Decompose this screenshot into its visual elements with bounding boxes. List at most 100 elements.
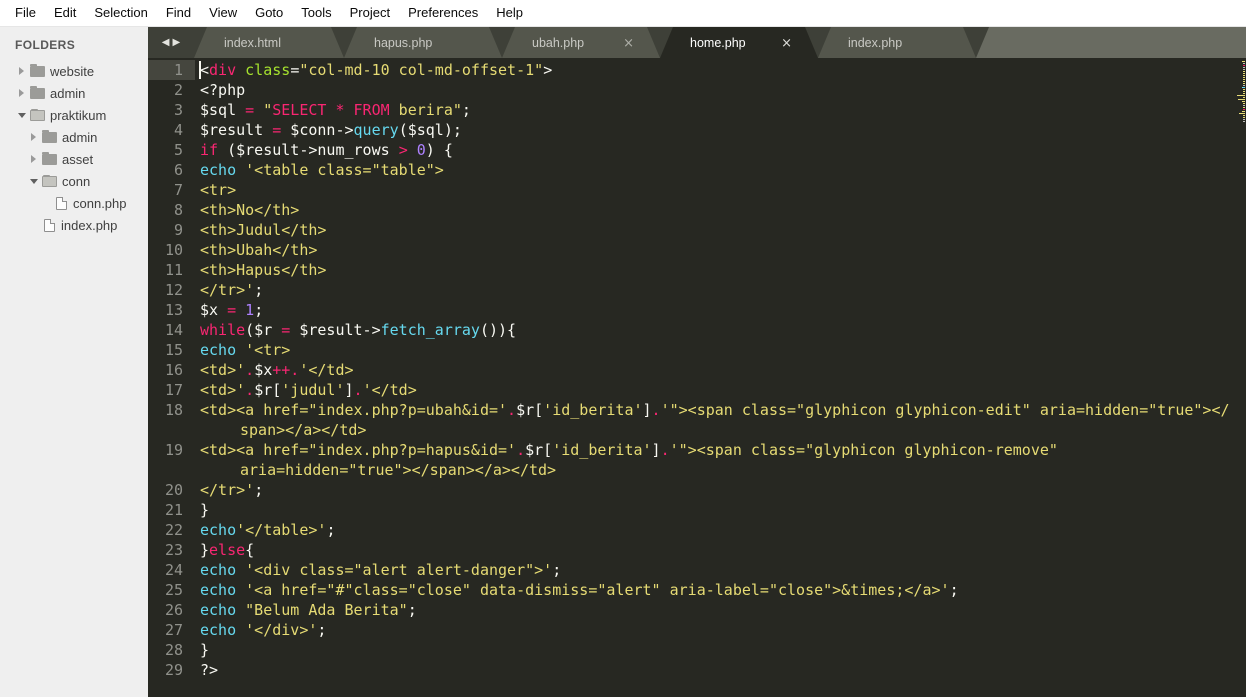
tab-label: hapus.php — [374, 35, 433, 50]
line-number: 23 — [164, 541, 183, 559]
code-line: <td>'.$r['judul'].'</td> — [200, 381, 417, 399]
code-row: 24 echo '<div class="alert alert-danger">… — [148, 560, 1246, 580]
code-row: 26 echo "Belum Ada Berita"; — [148, 600, 1246, 620]
tab-label: home.php — [690, 35, 746, 50]
chevron-right-icon[interactable] — [15, 89, 28, 97]
tab-index.html[interactable]: index.html — [194, 27, 344, 58]
menu-item-tools[interactable]: Tools — [292, 0, 340, 26]
code-row: 14 while($r = $result->fetch_array()){ — [148, 320, 1246, 340]
code-line: <?php — [200, 81, 246, 99]
minimap-line — [1243, 63, 1245, 64]
minimap[interactable] — [1237, 61, 1246, 123]
file-icon — [56, 196, 67, 210]
sidebar-item-label: admin — [62, 129, 98, 145]
menu-item-view[interactable]: View — [200, 0, 246, 26]
code-line: <td><a href="index.php?p=ubah&id='.$r['i… — [200, 401, 1230, 419]
sidebar-item-praktikum[interactable]: praktikum — [0, 104, 148, 126]
sidebar-item-admin[interactable]: admin — [0, 82, 148, 104]
line-number: 25 — [164, 581, 183, 599]
sidebar-item-conn[interactable]: conn — [0, 170, 148, 192]
tab-hapus.php[interactable]: hapus.php — [344, 27, 502, 58]
tab-zone: ◀ ▶ index.html hapus.php ubah.php × home.php… — [148, 27, 1246, 697]
code-line: <td><a href="index.php?p=hapus&id='.$r['… — [200, 441, 1058, 459]
line-number: 16 — [164, 361, 183, 379]
tab-label: index.php — [848, 35, 903, 50]
code-row: 21} — [148, 500, 1246, 520]
sidebar-item-asset[interactable]: asset — [0, 148, 148, 170]
menu-item-project[interactable]: Project — [341, 0, 399, 26]
line-number: 2 — [173, 81, 183, 99]
code-line: <div class="col-md-10 col-md-offset-1"> — [199, 61, 553, 79]
sidebar-item-conn.php[interactable]: conn.php — [0, 192, 148, 214]
minimap-line — [1243, 75, 1245, 76]
chevron-down-icon[interactable] — [15, 112, 28, 118]
folder-icon — [30, 85, 45, 99]
minimap-line — [1243, 105, 1245, 106]
code-line: <th>Judul</th> — [200, 221, 327, 239]
line-number: 29 — [164, 661, 183, 679]
line-number: 14 — [164, 321, 183, 339]
minimap-line — [1243, 109, 1245, 110]
line-number: 1 — [148, 60, 195, 80]
sidebar-item-admin[interactable]: admin — [0, 126, 148, 148]
code-row: 23}else{ — [148, 540, 1246, 560]
minimap-line — [1243, 115, 1245, 116]
minimap-line — [1243, 91, 1245, 92]
line-number: 17 — [164, 381, 183, 399]
minimap-line — [1243, 67, 1245, 68]
menu-item-preferences[interactable]: Preferences — [399, 0, 487, 26]
menu-item-edit[interactable]: Edit — [45, 0, 85, 26]
minimap-line — [1243, 65, 1245, 66]
tab-scroll-right-icon[interactable]: ▶ — [173, 37, 181, 48]
folder-icon — [30, 63, 45, 77]
code-row: 6 echo '<table class="table"> — [148, 160, 1246, 180]
minimap-line — [1243, 117, 1245, 118]
line-number: 7 — [173, 181, 183, 199]
code-editor[interactable]: 1 <div class="col-md-10 col-md-offset-1">… — [148, 58, 1246, 697]
close-icon[interactable]: × — [781, 36, 792, 50]
chevron-down-icon[interactable] — [27, 178, 40, 184]
tabs-container: index.html hapus.php ubah.php × home.php × ind… — [194, 27, 1246, 58]
menu-item-goto[interactable]: Goto — [246, 0, 292, 26]
minimap-line — [1242, 87, 1245, 88]
chevron-right-icon[interactable] — [15, 67, 28, 75]
line-number: 15 — [164, 341, 183, 359]
code-line: span></a></td> — [240, 421, 367, 439]
code-row: 27 echo '</div>'; — [148, 620, 1246, 640]
minimap-line — [1243, 89, 1245, 90]
tab-label: ubah.php — [532, 35, 585, 50]
tab-scroll-left-icon[interactable]: ◀ — [162, 37, 170, 48]
menu-item-file[interactable]: File — [6, 0, 45, 26]
code-row: 5 if ($result->num_rows > 0) { — [148, 140, 1246, 160]
minimap-line — [1243, 69, 1245, 70]
tab-home.php[interactable]: home.php × — [660, 27, 818, 58]
line-number — [148, 420, 195, 440]
code-row: 29 ?> — [148, 660, 1246, 680]
code-row: 28} — [148, 640, 1246, 660]
close-icon[interactable]: × — [623, 36, 634, 50]
code-row: 18 <td><a href="index.php?p=ubah&id='.$r[… — [148, 400, 1246, 420]
menu-item-help[interactable]: Help — [487, 0, 532, 26]
menu-item-find[interactable]: Find — [157, 0, 200, 26]
sidebar-item-label: index.php — [61, 217, 118, 233]
tab-scroll-arrows: ◀ ▶ — [148, 27, 194, 58]
sidebar-item-website[interactable]: website — [0, 60, 148, 82]
file-icon — [44, 218, 55, 232]
line-number: 19 — [164, 441, 183, 459]
code-row: span></a></td> — [148, 420, 1246, 440]
line-number: 4 — [173, 121, 183, 139]
sidebar-item-index.php[interactable]: index.php — [0, 214, 148, 236]
tab-index.php[interactable]: index.php — [818, 27, 976, 58]
sidebar[interactable]: FOLDERS website admin praktikum admin asset c… — [0, 27, 148, 697]
code-row: 15 echo '<tr> — [148, 340, 1246, 360]
line-number: 6 — [173, 161, 183, 179]
code-line: ?> — [200, 661, 219, 679]
tab-ubah.php[interactable]: ubah.php × — [502, 27, 660, 58]
menu-item-selection[interactable]: Selection — [85, 0, 156, 26]
line-number: 9 — [173, 221, 183, 239]
line-number: 28 — [164, 641, 183, 659]
chevron-right-icon[interactable] — [27, 155, 40, 163]
chevron-right-icon[interactable] — [27, 133, 40, 141]
code-row: 13 $x = 1; — [148, 300, 1246, 320]
minimap-line — [1243, 77, 1245, 78]
